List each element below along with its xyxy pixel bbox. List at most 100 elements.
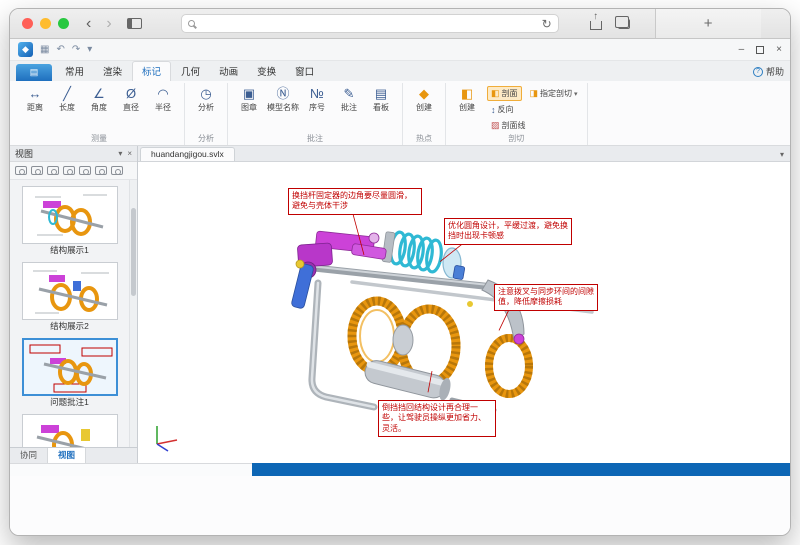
length-button[interactable]: ╱ 长度 — [51, 83, 83, 113]
stamp-button[interactable]: ▣ 图章 — [233, 83, 265, 113]
annotation-callout-3[interactable]: 注意拨叉与同步环间的间隙值，降低摩擦损耗 — [494, 284, 598, 311]
forward-button[interactable]: › — [102, 16, 115, 32]
distance-icon: ↔ — [29, 86, 42, 101]
view-tool-icon[interactable] — [15, 166, 27, 175]
ribbon-group-annotate: ▣ 图章 Ⓝ 模型名称 № 序号 ✎ 批注 ▤ 看板 — [228, 83, 403, 145]
view-thumbnail-4[interactable] — [20, 414, 120, 447]
help-button[interactable]: ? 帮助 — [753, 65, 784, 81]
chevron-down-icon: ▾ — [574, 90, 578, 98]
sidebar-scrollbar[interactable] — [129, 180, 137, 447]
comment-button[interactable]: ✎ 批注 — [333, 83, 365, 113]
diameter-button[interactable]: Ø 直径 — [115, 83, 147, 113]
panel-menu-icon[interactable]: ▾ — [118, 149, 122, 158]
orientation-axes-icon — [148, 419, 182, 453]
analysis-button[interactable]: ◷ 分析 — [190, 83, 222, 113]
help-label: 帮助 — [766, 65, 784, 78]
section-plane-button[interactable]: ◧ 剖面 — [487, 86, 522, 101]
ribbon-group-analysis: ◷ 分析 分析 — [185, 83, 228, 145]
search-input[interactable] — [200, 18, 537, 29]
hotspot-create-button[interactable]: ◆ 创建 — [408, 83, 440, 113]
tab-jihe[interactable]: 几何 — [172, 62, 209, 81]
ribbon-group-measure: ↔ 距离 ╱ 长度 ∠ 角度 Ø 直径 ◠ 半径 — [14, 83, 185, 145]
annotation-callout-4[interactable]: 倒挡挡回结构设计再合理一些，让驾驶员操纵更加省力、灵活。 — [378, 400, 496, 437]
new-tab-button[interactable]: + — [655, 9, 761, 38]
annotation-callout-1[interactable]: 换挡杆固定器的边角要尽量圆滑，避免与壳体干涉 — [288, 188, 422, 215]
traffic-lights — [22, 18, 69, 29]
app-window: ‹ › ↻ + ◆ ▦ ↶ ↷ ▾ – × ▤ 常用 渲染 标记 — [9, 8, 791, 536]
view-tool-icon[interactable] — [79, 166, 91, 175]
panel-close-icon[interactable]: × — [127, 149, 132, 158]
tab-biaoji[interactable]: 标记 — [132, 61, 171, 81]
hotspot-create-icon: ◆ — [419, 86, 429, 101]
ribbon-tab-strip: ▤ 常用 渲染 标记 几何 动画 变换 窗口 ? 帮助 — [10, 61, 790, 81]
app-logo-icon: ◆ — [18, 42, 33, 57]
panel-bottom-tabs: 协同 视图 — [10, 447, 137, 463]
document-tab-menu-icon[interactable]: ▾ — [774, 150, 790, 161]
view-tool-icon[interactable] — [47, 166, 59, 175]
assign-section-button[interactable]: ◨ 指定剖切 ▾ — [526, 86, 582, 101]
analysis-icon: ◷ — [200, 86, 211, 101]
stamp-icon: ▣ — [243, 86, 255, 101]
serial-number-icon: № — [310, 86, 324, 101]
tab-bianhuan[interactable]: 变换 — [248, 62, 285, 81]
view-tool-icon[interactable] — [95, 166, 107, 175]
status-bar-progress — [252, 463, 790, 476]
distance-button[interactable]: ↔ 距离 — [19, 83, 51, 113]
quick-access-icon[interactable]: ▦ — [40, 44, 49, 55]
comment-icon: ✎ — [344, 86, 355, 101]
hatch-icon: ▨ — [491, 120, 500, 131]
help-icon: ? — [753, 67, 763, 77]
refresh-icon[interactable]: ↻ — [542, 17, 552, 31]
view-panel-toolbar — [10, 162, 137, 180]
sidebar-toggle-icon[interactable] — [127, 18, 142, 29]
tab-chuangkou[interactable]: 窗口 — [286, 62, 323, 81]
annotation-callout-2[interactable]: 优化圆角设计，平缓过渡，避免换挡时出现卡顿感 — [444, 218, 572, 245]
document-tab[interactable]: huandangjigou.svlx — [140, 147, 235, 161]
close-window-button[interactable] — [22, 18, 33, 29]
diameter-icon: Ø — [126, 86, 136, 101]
view-panel-title: 视图 — [15, 147, 33, 160]
view-tool-icon[interactable] — [63, 166, 75, 175]
tab-changyong[interactable]: 常用 — [56, 62, 93, 81]
ribbon: ↔ 距离 ╱ 长度 ∠ 角度 Ø 直径 ◠ 半径 — [10, 81, 790, 146]
group-label-analysis: 分析 — [190, 133, 222, 145]
model-name-icon: Ⓝ — [276, 86, 289, 101]
plus-icon: + — [704, 15, 713, 32]
tab-overview-icon[interactable] — [618, 19, 630, 29]
zoom-window-button[interactable] — [58, 18, 69, 29]
tab-collaboration[interactable]: 协同 — [10, 448, 48, 463]
search-icon — [188, 20, 195, 27]
hatch-button[interactable]: ▨ 剖面线 — [487, 118, 530, 133]
group-label-section: 剖切 — [451, 133, 582, 145]
status-bar-left — [10, 463, 252, 476]
3d-viewport[interactable]: 换挡杆固定器的边角要尽量圆滑，避免与壳体干涉 优化圆角设计，平缓过渡，避免换挡时… — [138, 162, 790, 463]
app-maximize-icon[interactable] — [756, 46, 764, 54]
view-tool-icon[interactable] — [31, 166, 43, 175]
ribbon-group-hotspot: ◆ 创建 热点 — [403, 83, 446, 145]
minimize-window-button[interactable] — [40, 18, 51, 29]
model-name-button[interactable]: Ⓝ 模型名称 — [265, 83, 301, 113]
view-thumbnail-2[interactable]: 结构展示2 — [20, 262, 120, 332]
radius-button[interactable]: ◠ 半径 — [147, 83, 179, 113]
tab-donghua[interactable]: 动画 — [210, 62, 247, 81]
view-thumbnail-1[interactable]: 结构展示1 — [20, 186, 120, 256]
section-create-button[interactable]: ◧ 创建 — [451, 83, 483, 113]
file-menu-button[interactable]: ▤ — [16, 64, 52, 81]
length-icon: ╱ — [63, 86, 71, 101]
tab-xuanran[interactable]: 渲染 — [94, 62, 131, 81]
board-button[interactable]: ▤ 看板 — [365, 83, 397, 113]
back-button[interactable]: ‹ — [82, 16, 95, 32]
view-thumbnail-3[interactable]: 问题批注1 — [20, 338, 120, 408]
undo-icon[interactable]: ↶ — [56, 44, 64, 55]
redo-icon[interactable]: ↷ — [72, 44, 80, 55]
view-tool-icon[interactable] — [111, 166, 123, 175]
tab-view[interactable]: 视图 — [48, 448, 86, 463]
app-close-icon[interactable]: × — [776, 44, 782, 55]
reverse-button[interactable]: ↕ 反向 — [487, 102, 518, 117]
angle-button[interactable]: ∠ 角度 — [83, 83, 115, 113]
share-icon[interactable] — [590, 21, 602, 30]
app-minimize-icon[interactable]: – — [739, 44, 745, 55]
address-search-field[interactable]: ↻ — [181, 14, 559, 33]
serial-number-button[interactable]: № 序号 — [301, 83, 333, 113]
quick-access-dropdown-icon[interactable]: ▾ — [87, 44, 92, 55]
